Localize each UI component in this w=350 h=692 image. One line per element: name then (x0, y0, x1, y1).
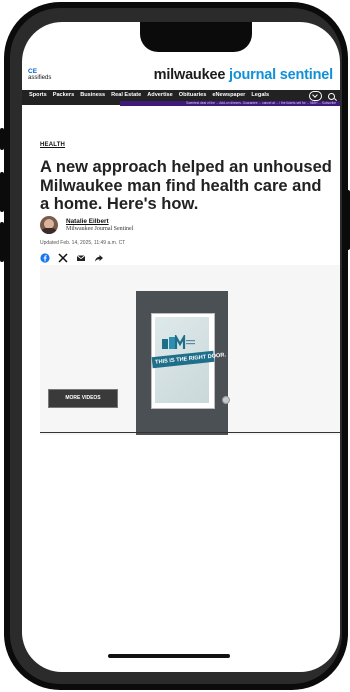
share-arrow-icon[interactable] (94, 250, 104, 262)
logo-part-journal-sentinel: journal sentinel (229, 67, 333, 83)
classifieds-link[interactable]: assifieds (28, 75, 51, 81)
phone-power-button (346, 190, 350, 250)
nav-item-advertise[interactable]: Advertise (147, 92, 173, 98)
nav-item-enewspaper[interactable]: eNewspaper (212, 92, 245, 98)
nav-item-packers[interactable]: Packers (53, 92, 74, 98)
chevron-down-icon[interactable] (309, 91, 322, 101)
video-door-knob (222, 396, 230, 404)
home-indicator[interactable] (108, 654, 230, 658)
email-icon[interactable] (76, 250, 86, 261)
nav-item-sports[interactable]: Sports (29, 92, 47, 98)
phone-mute-switch (0, 128, 4, 150)
x-icon[interactable] (58, 250, 68, 263)
phone-volume-up (0, 172, 4, 212)
nav-items: Sports Packers Business Real Estate Adve… (29, 92, 269, 98)
logo-part-milwaukee: milwaukee (153, 67, 226, 83)
author-outlet: Milwaukee Journal Sentinel (66, 226, 134, 232)
facebook-icon[interactable] (40, 250, 50, 263)
phone-volume-down (0, 222, 4, 262)
header-left-crop[interactable]: CE assifieds (28, 68, 51, 81)
site-logo[interactable]: milwaukee journal sentinel (153, 67, 334, 83)
nav-item-obituaries[interactable]: Obituaries (179, 92, 207, 98)
search-icon[interactable] (328, 92, 335, 100)
updated-timestamp: Updated Feb. 14, 2025, 11:49 a.m. CT (40, 240, 126, 246)
phone-screen: CE assifieds milwaukee journal sentinel … (22, 22, 340, 672)
phone-notch (140, 22, 252, 52)
author-avatar[interactable] (40, 216, 58, 234)
nav-item-real-estate[interactable]: Real Estate (111, 92, 141, 98)
nav-icons (309, 91, 335, 101)
section-label[interactable]: HEALTH (40, 142, 65, 148)
share-row (40, 250, 104, 263)
nav-item-business[interactable]: Business (80, 92, 105, 98)
video-divider (40, 432, 340, 434)
more-videos-button[interactable]: MORE VIDEOS (48, 389, 118, 408)
video-door-logo (162, 332, 195, 351)
promo-banner[interactable]: Sweetest deal of the ... Add-on dinners.… (120, 101, 340, 106)
author-name[interactable]: Natalie Eilbert (66, 218, 109, 225)
nav-item-legals[interactable]: Legals (251, 92, 269, 98)
article-headline: A new approach helped an unhoused Milwau… (40, 158, 332, 213)
